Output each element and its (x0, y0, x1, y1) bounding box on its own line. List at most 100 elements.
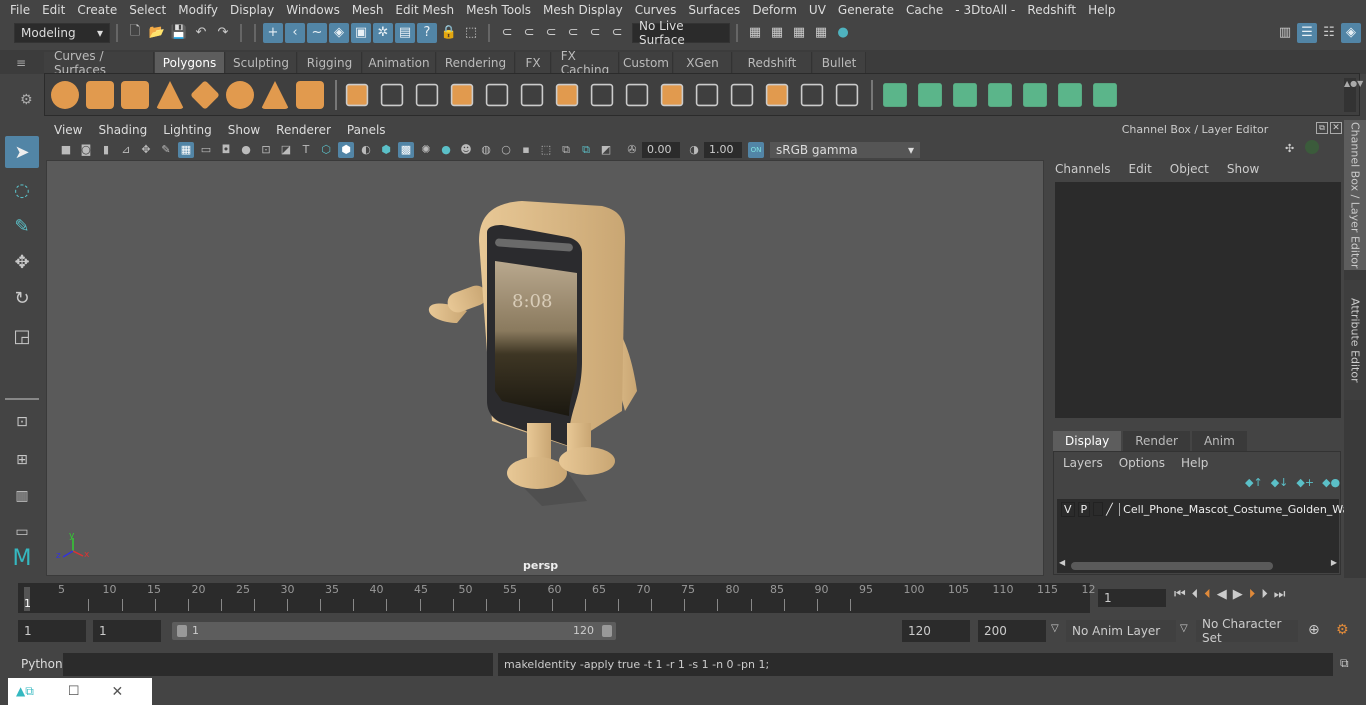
play-forwards-icon[interactable]: ▶ (1233, 587, 1243, 602)
new-layer-selected-icon[interactable]: ◆● (1322, 476, 1340, 489)
poly-target-weld-icon[interactable] (730, 83, 754, 107)
viewport-menu-renderer[interactable]: Renderer (268, 123, 339, 137)
lights-icon[interactable]: ✺ (418, 142, 434, 158)
outliner-layout-icon[interactable]: ▥ (5, 480, 39, 512)
script-editor-icon[interactable]: ⧉ (1340, 656, 1349, 671)
menu-file[interactable]: File (4, 3, 36, 17)
step-back-frame-icon[interactable]: ⏴ (1192, 587, 1199, 602)
lasso-tool-icon[interactable]: ◌ (5, 174, 39, 206)
layer-tab-display[interactable]: Display (1053, 431, 1122, 451)
viewport-menu-show[interactable]: Show (220, 123, 268, 137)
menu-help[interactable]: Help (1082, 3, 1121, 17)
new-scene-icon[interactable]: 🗋 (125, 23, 145, 43)
safe-title-icon[interactable]: T (298, 142, 314, 158)
render-view-icon[interactable]: ▦ (745, 23, 765, 43)
menu-deform[interactable]: Deform (746, 3, 803, 17)
tab-animation[interactable]: Animation (363, 52, 436, 74)
poly-torus-icon[interactable] (226, 81, 254, 109)
float-panel-icon[interactable]: ⧉ (1316, 122, 1328, 134)
select-by-object-icon[interactable]: ‹ (285, 22, 305, 43)
gate-mask-icon[interactable]: ● (238, 142, 254, 158)
viewport-menu-panels[interactable]: Panels (339, 123, 394, 137)
select-edge-icon[interactable]: ▣ (351, 22, 371, 43)
gamma-field[interactable]: 1.00 (704, 141, 742, 158)
move-tool-icon[interactable]: ✥ (5, 246, 39, 278)
tab-rigging[interactable]: Rigging (298, 52, 362, 74)
2d-pan-zoom-icon[interactable]: ✥ (138, 142, 154, 158)
layer-visibility-toggle[interactable]: V (1061, 501, 1075, 517)
safe-action-icon[interactable]: ◪ (278, 142, 294, 158)
channel-menu-channels[interactable]: Channels (1055, 162, 1111, 176)
undo-icon[interactable]: ↶ (191, 23, 211, 43)
xray-active-icon[interactable]: ⧉ (578, 142, 594, 158)
layer-menu-layers[interactable]: Layers (1063, 456, 1103, 470)
unfold-uv-icon[interactable] (1023, 83, 1047, 107)
poly-multi-cut-icon[interactable] (695, 83, 719, 107)
poly-cylinder-icon[interactable] (121, 81, 149, 109)
select-highlight-icon[interactable]: ⬚ (461, 23, 481, 43)
tab-xgen[interactable]: XGen (674, 52, 732, 74)
chevron-down-icon[interactable]: ▽ (1051, 623, 1059, 634)
move-layer-up-icon[interactable]: ◆↑ (1245, 476, 1263, 489)
automatic-uv-icon[interactable] (988, 83, 1012, 107)
viewport-persp[interactable]: 8:08 y x z persp (46, 160, 1044, 576)
layer-tab-anim[interactable]: Anim (1191, 431, 1247, 451)
maximize-icon[interactable]: ☐ (68, 684, 80, 699)
poly-cone-icon[interactable] (156, 81, 184, 109)
poly-extract-icon[interactable] (625, 83, 649, 107)
anim-preferences-icon[interactable]: ⚙ (1336, 622, 1349, 638)
menu-windows[interactable]: Windows (280, 3, 346, 17)
open-scene-icon[interactable]: 📂 (147, 23, 167, 43)
render-frame-icon[interactable]: ▦ (767, 23, 787, 43)
layer-list-scrollbar[interactable]: ◀ ▶ (1057, 558, 1339, 571)
go-to-end-icon[interactable]: ⏭ (1274, 587, 1286, 602)
poly-plane-icon[interactable] (190, 80, 220, 110)
snap-grid-icon[interactable]: ⊂ (497, 23, 517, 43)
layer-menu-options[interactable]: Options (1119, 456, 1165, 470)
spherical-uv-icon[interactable] (953, 83, 977, 107)
ipr-render-icon[interactable]: ▦ (789, 23, 809, 43)
select-by-hierarchy-icon[interactable]: + (263, 22, 283, 43)
poly-separate-icon[interactable] (380, 83, 404, 107)
select-by-component-icon[interactable]: ~ (307, 22, 327, 43)
poly-connect-icon[interactable] (765, 83, 789, 107)
viewport-menu-shading[interactable]: Shading (90, 123, 155, 137)
time-slider[interactable]: 5 10 15 20 25 30 35 40 45 50 55 60 65 70 75 80 85 90 95 100… (0, 580, 1366, 615)
camera-attributes-icon[interactable]: ◙ (78, 142, 94, 158)
isolate-select-icon[interactable]: ⬚ (538, 142, 554, 158)
shelf-scroll-icon[interactable]: ▲●▼ (1344, 78, 1363, 112)
menu-create[interactable]: Create (71, 3, 123, 17)
tab-rendering[interactable]: Rendering (437, 52, 515, 74)
poly-insert-edge-loop-icon[interactable] (660, 83, 684, 107)
uv-editor-icon[interactable] (1058, 83, 1082, 107)
menu-display[interactable]: Display (224, 3, 280, 17)
tab-bullet[interactable]: Bullet (813, 52, 866, 74)
mode-dropdown[interactable]: Modeling ▾ (14, 22, 110, 43)
channel-menu-object[interactable]: Object (1170, 162, 1209, 176)
menu-curves[interactable]: Curves (629, 3, 683, 17)
redo-icon[interactable]: ↷ (213, 23, 233, 43)
layer-color-swatch[interactable]: ╱ (1106, 502, 1121, 516)
single-view-layout-icon[interactable]: ⊡ (5, 406, 39, 438)
exposure-field[interactable]: 0.00 (642, 141, 680, 158)
layer-row[interactable]: V P ╱ Cell_Phone_Mascot_Costume_Golden_Walk (1057, 499, 1359, 519)
attribute-editor-toggle-icon[interactable]: ☰ (1297, 22, 1317, 43)
step-back-key-icon[interactable]: ⏴ (1204, 587, 1211, 602)
channel-menu-edit[interactable]: Edit (1129, 162, 1152, 176)
start-time-field[interactable]: 1 (18, 620, 86, 642)
layout-uv-icon[interactable] (1093, 83, 1117, 107)
select-tool-icon[interactable]: ➤ (5, 136, 39, 168)
menu-mesh-tools[interactable]: Mesh Tools (460, 3, 537, 17)
menu-3dtoall[interactable]: - 3DtoAll - (949, 3, 1021, 17)
camera-icon[interactable]: ■ (58, 142, 74, 158)
channel-menu-show[interactable]: Show (1227, 162, 1259, 176)
image-plane-icon[interactable]: ⊿ (118, 142, 134, 158)
character-set-dropdown[interactable]: No Character Set (1196, 617, 1298, 645)
anim-layer-dropdown[interactable]: No Anim Layer (1066, 620, 1176, 642)
render-settings-icon[interactable]: ▦ (811, 23, 831, 43)
step-forward-key-icon[interactable]: ⏵ (1249, 587, 1256, 602)
range-end-handle[interactable] (602, 625, 612, 637)
layer-display-type-toggle[interactable] (1093, 502, 1104, 516)
field-chart-icon[interactable]: ⊡ (258, 142, 274, 158)
color-management-toggle[interactable]: ON (748, 141, 764, 158)
